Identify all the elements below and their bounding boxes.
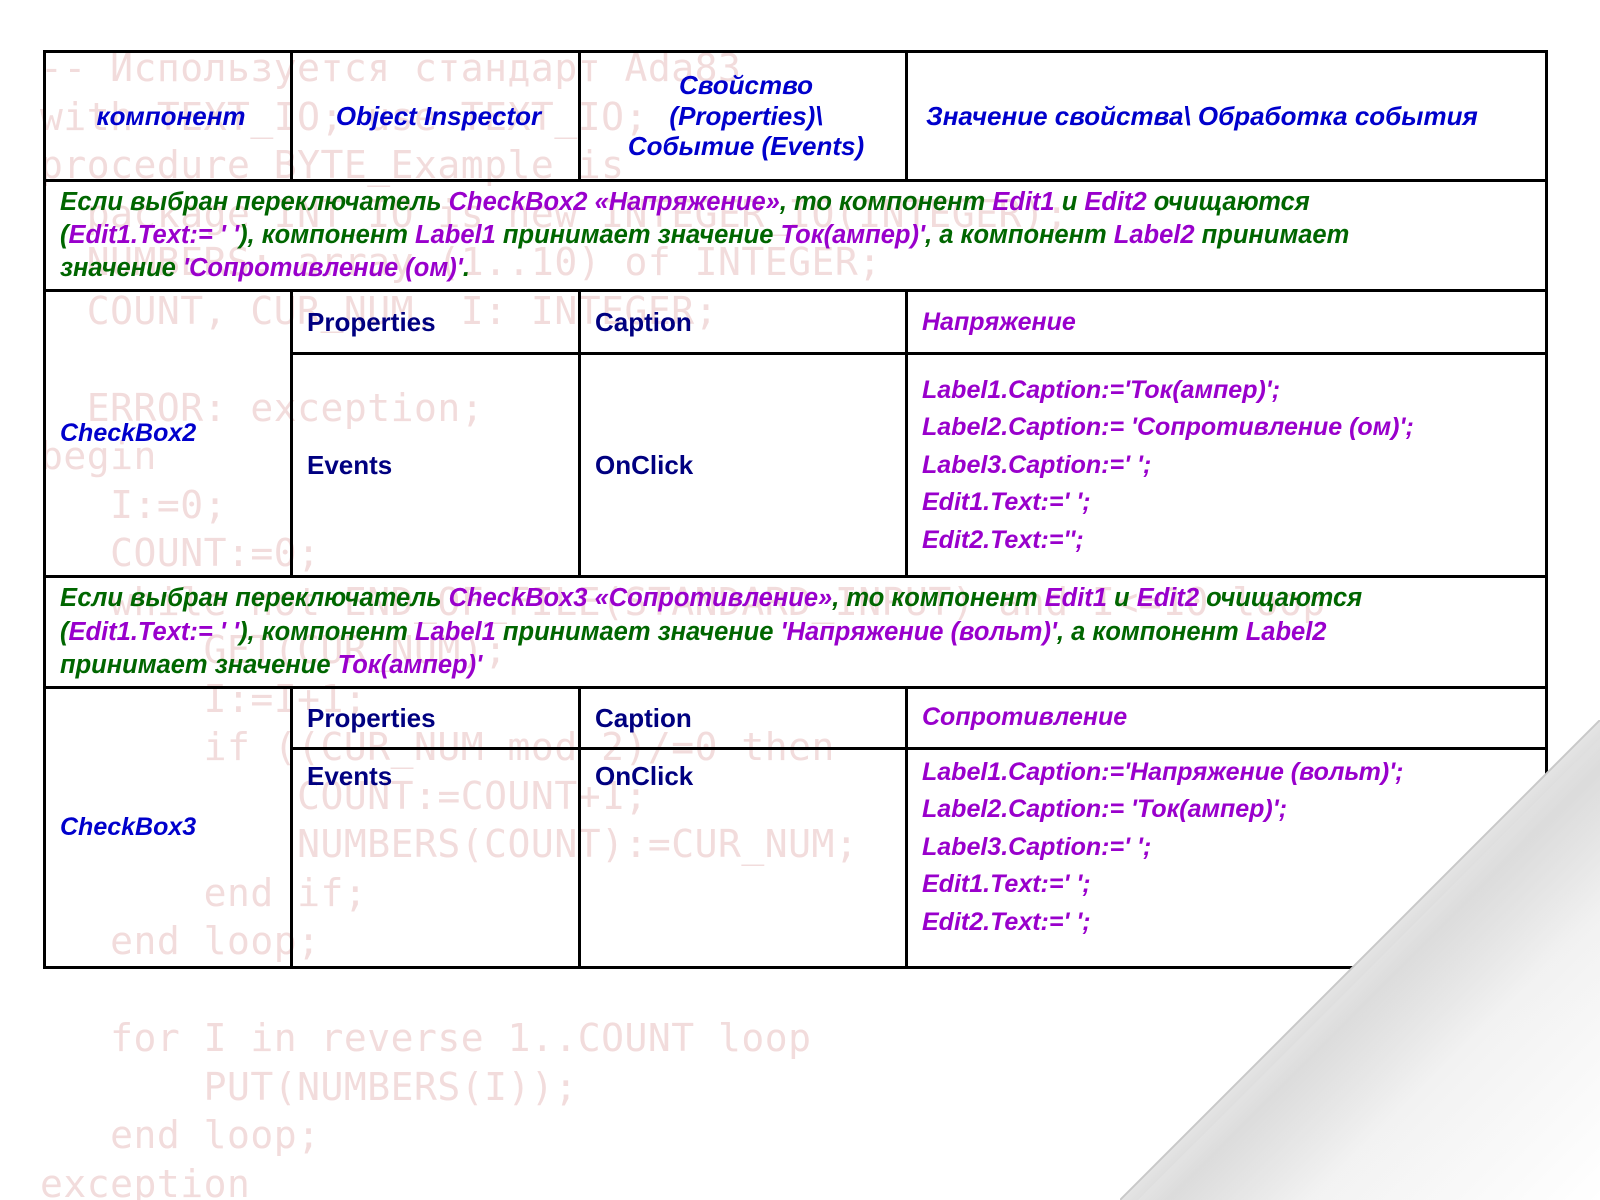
header-line-2: (Properties)\ [595,101,897,132]
code-line-2: Label3.Caption:=' '; [922,450,1152,479]
code-line-3: Edit1.Text:=' '; [922,870,1091,899]
table-header-row: компонент Object Inspector Свойство (Pro… [43,50,1548,182]
component-name-checkbox2: CheckBox2 [43,289,293,579]
desc-run-1: CheckBox3 «Сопротивление» [448,584,833,613]
description-row-checkbox3: Если выбран переключатель CheckBox3 «Соп… [43,575,1548,689]
desc-run-6: , а компонент [1057,617,1246,646]
desc-run-6: очищаются [1146,188,1310,216]
code-line-3: Edit1.Text:=' '; [922,488,1091,517]
desc-run-3: Edit1 [992,188,1055,216]
row-checkbox3-properties: CheckBox3 Properties Caption Сопротивлен… [43,685,1548,969]
inspector-cell-properties-cb3: Properties [290,685,581,750]
desc-run-6: очищаются [1199,584,1363,613]
desc-run-2: . [462,254,470,283]
header-cell-component: компонент [43,50,293,182]
desc-run-3: Label1 [415,221,496,250]
header-cell-value-handler: Значение свойства\ Обработка события [905,50,1548,182]
property-cell-caption-cb3: Caption [578,685,908,750]
header-cell-object-inspector: Object Inspector [290,50,581,182]
desc-run-1: 'Сопротивление (ом)' [182,254,463,283]
desc-run-3: Label1 [415,617,496,646]
desc-run-1: Edit1.Text:= ' ' [68,617,240,646]
desc-run-3: Edit1 [1044,584,1107,613]
desc-run-5: 'Напряжение (вольт)' [780,617,1057,646]
slide-canvas: -- Используется стандарт Ada83 with TEXT… [0,0,1600,1200]
value-cell-caption-cb2: Напряжение [905,289,1548,356]
code-line-0: Label1.Caption:='Ток(ампер)'; [922,375,1281,404]
desc1-line2: (Edit1.Text:= ' '), компонент Label1 при… [60,219,1537,252]
desc-run-5: Edit2 [1084,188,1147,216]
desc-run-7: Label2 [1113,221,1195,250]
desc-run-4: и [1054,188,1085,216]
header-line-3: Событие (Events) [595,131,897,162]
code-line-1: Label2.Caption:= 'Сопротивление (ом)'; [922,413,1414,442]
desc1-line1: Если выбран переключатель CheckBox2 «Нап… [60,186,1537,219]
desc-run-2: ), компонент [239,221,416,250]
inspector-cell-events-cb2: Events [290,352,581,579]
desc-run-7: Label2 [1245,617,1327,646]
desc-run-5: Ток(ампер)' [780,221,926,250]
desc2-line2: (Edit1.Text:= ' '), компонент Label1 при… [60,616,1537,649]
header-property-line2: (Properties)\ [669,100,823,131]
property-cell-onclick-cb2: OnClick [578,352,908,579]
properties-table-container: компонент Object Inspector Свойство (Pro… [43,50,1548,969]
code-line-4: Edit2.Text:=' '; [922,907,1091,936]
desc-run-2: ), компонент [239,617,416,646]
component-name-checkbox3: CheckBox3 [43,685,293,969]
desc-run-5: Edit2 [1136,584,1200,613]
inspector-cell-properties-cb2: Properties [290,289,581,356]
description-cell-checkbox2: Если выбран переключатель CheckBox2 «Нап… [43,178,1548,293]
header-line-1: Свойство [595,70,897,101]
value-cell-caption-cb3: Сопротивление [905,685,1548,750]
row-checkbox2-properties: CheckBox2 Properties Caption Напряжение [43,289,1548,579]
desc2-line1: Если выбран переключатель CheckBox3 «Соп… [60,582,1537,615]
code-line-2: Label3.Caption:=' '; [922,832,1152,861]
desc-run-0: принимает значение [60,650,338,679]
desc-run-4: принимает значение [495,617,781,646]
property-cell-onclick-cb3: OnClick [578,746,908,969]
desc-run-0: значение [60,254,183,283]
desc-run-1: Ток(ампер)' [337,650,483,679]
description-row-checkbox2: Если выбран переключатель CheckBox2 «Нап… [43,178,1548,293]
desc-run-2: , то компонент [832,584,1045,613]
header-property-line3: Событие (Events) [627,131,865,162]
desc-run-0: ( [60,617,69,646]
header-property-line1: Свойство [678,69,814,100]
property-cell-caption-cb2: Caption [578,289,908,356]
description-cell-checkbox3: Если выбран переключатель CheckBox3 «Соп… [43,575,1548,689]
desc-run-1: Edit1.Text:= ' ' [68,221,240,250]
desc-run-0: Если выбран переключатель [60,188,449,216]
code-line-4: Edit2.Text:=''; [922,525,1084,554]
desc-run-4: принимает значение [495,221,781,250]
desc-run-2: , то компонент [779,188,993,216]
desc1-line3: значение 'Сопротивление (ом)'. [60,252,1537,285]
desc-run-0: ( [60,221,69,250]
code-cell-onclick-cb2: Label1.Caption:='Ток(ампер)'; Label2.Capt… [905,352,1548,579]
header-cell-property-event: Свойство (Properties)\ Событие (Events) [578,50,908,182]
desc-run-4: и [1106,584,1137,613]
desc-run-6: , а компонент [925,221,1114,250]
code-line-1: Label2.Caption:= 'Ток(ампер)'; [922,795,1288,824]
properties-table: компонент Object Inspector Свойство (Pro… [43,50,1548,969]
desc-run-1: CheckBox2 «Напряжение» [448,188,780,216]
desc-run-0: Если выбран переключатель [60,584,449,613]
code-cell-onclick-cb3: Label1.Caption:='Напряжение (вольт)'; Lab… [905,746,1548,969]
desc-run-8: принимает [1194,221,1350,250]
desc2-line3: принимает значение Ток(ампер)' [60,649,1537,682]
code-line-0: Label1.Caption:='Напряжение (вольт)'; [922,757,1404,786]
inspector-cell-events-cb3: Events [290,746,581,969]
